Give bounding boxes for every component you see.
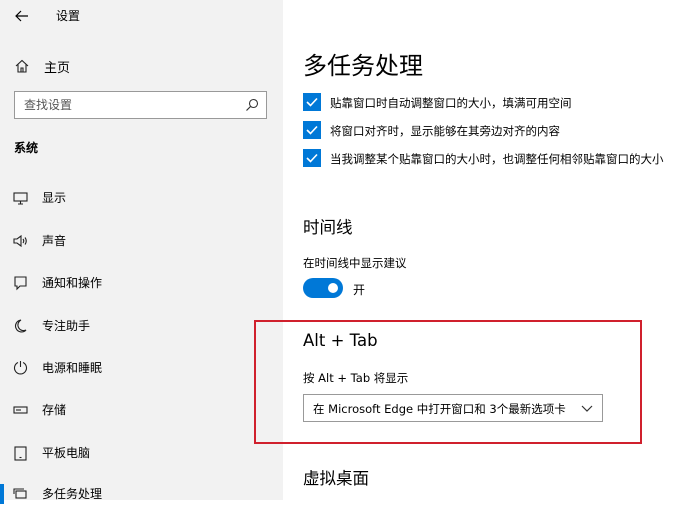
sidebar-item-notifications[interactable]: 通知和操作	[0, 265, 283, 301]
toggle-state-label: 开	[353, 283, 366, 297]
section-label-system: 系统	[14, 141, 39, 155]
snap-option-auto-resize[interactable]: 贴靠窗口时自动调整窗口的大小，填满可用空间	[303, 93, 700, 113]
monitor-icon	[13, 192, 28, 205]
timeline-suggestions-toggle[interactable]	[303, 278, 343, 298]
sidebar-item-focus-assist[interactable]: 专注助手	[0, 308, 283, 344]
timeline-suggestion-label: 在时间线中显示建议	[303, 256, 407, 270]
back-arrow-icon	[15, 10, 28, 22]
sidebar-item-display[interactable]: 显示	[0, 180, 283, 216]
sidebar-item-label: 显示	[42, 191, 67, 205]
checkbox-checked[interactable]	[303, 93, 321, 111]
sidebar-item-label: 声音	[42, 234, 67, 248]
sidebar: 设置 主页 系统 显示 声音 通知和操作	[0, 0, 283, 504]
sidebar-item-home[interactable]: 主页	[0, 52, 283, 80]
checkbox-label: 当我调整某个贴靠窗口的大小时，也调整任何相邻贴靠窗口的大小	[330, 152, 664, 166]
search-icon[interactable]	[245, 98, 259, 112]
search-input[interactable]	[15, 92, 246, 118]
snap-option-resize-adjacent[interactable]: 当我调整某个贴靠窗口的大小时，也调整任何相邻贴靠窗口的大小	[303, 149, 700, 169]
title-bar: 设置	[0, 0, 283, 32]
snap-option-show-beside[interactable]: 将窗口对齐时，显示能够在其旁边对齐的内容	[303, 121, 700, 141]
highlight-annotation-box	[254, 320, 642, 444]
storage-icon	[13, 406, 28, 414]
checkmark-icon	[306, 97, 318, 107]
notification-icon	[14, 276, 27, 291]
back-button[interactable]	[10, 5, 34, 27]
sidebar-item-label: 专注助手	[42, 319, 91, 333]
sidebar-item-power-sleep[interactable]: 电源和睡眠	[0, 350, 283, 386]
sidebar-item-label: 平板电脑	[42, 446, 91, 460]
sidebar-item-label: 通知和操作	[42, 276, 103, 290]
app-title: 设置	[56, 9, 81, 23]
tablet-icon	[14, 446, 27, 461]
virtual-desktops-heading: 虚拟桌面	[303, 469, 369, 488]
sidebar-item-label: 电源和睡眠	[42, 361, 103, 375]
sidebar-item-tablet[interactable]: 平板电脑	[0, 435, 283, 471]
sidebar-item-label: 主页	[44, 61, 71, 76]
power-icon	[13, 361, 28, 375]
checkbox-checked[interactable]	[303, 121, 321, 139]
sidebar-item-label: 多任务处理	[42, 487, 103, 501]
moon-icon	[15, 319, 27, 333]
home-icon	[15, 59, 29, 73]
speaker-icon	[13, 234, 27, 248]
search-box	[14, 91, 267, 119]
checkbox-checked[interactable]	[303, 149, 321, 167]
sidebar-item-sound[interactable]: 声音	[0, 223, 283, 259]
timeline-heading: 时间线	[303, 218, 353, 237]
sidebar-item-storage[interactable]: 存储	[0, 392, 283, 428]
sidebar-item-label: 存储	[42, 403, 67, 417]
sidebar-item-multitasking[interactable]: 多任务处理	[0, 476, 283, 512]
checkbox-label: 贴靠窗口时自动调整窗口的大小，填满可用空间	[330, 96, 572, 110]
checkbox-label: 将窗口对齐时，显示能够在其旁边对齐的内容	[330, 124, 560, 138]
checkmark-icon	[306, 125, 318, 135]
page-title: 多任务处理	[303, 52, 423, 80]
checkmark-icon	[306, 153, 318, 163]
toggle-knob	[328, 283, 338, 293]
